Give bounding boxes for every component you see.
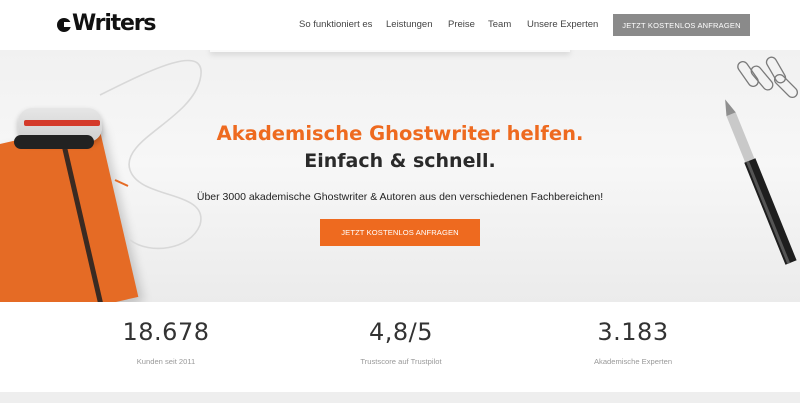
section-divider <box>0 392 800 403</box>
nav-item-team[interactable]: Team <box>488 19 511 30</box>
nav-item-unsere-experten[interactable]: Unsere Experten <box>527 19 598 30</box>
hero-cta-button[interactable]: JETZT KOSTENLOS ANFRAGEN <box>320 219 480 246</box>
nav-item-leistungen[interactable]: Leistungen <box>386 19 432 30</box>
hero-section: Akademische Ghostwriter helfen. Einfach … <box>0 50 800 302</box>
hero-title-line1: Akademische Ghostwriter helfen. <box>216 122 584 145</box>
stat-label: Kunden seit 2011 <box>136 357 196 366</box>
stat-trustscore: 4,8/5 Trustscore auf Trustpilot <box>301 318 501 366</box>
stat-label: Trustscore auf Trustpilot <box>360 357 442 366</box>
stat-value: 18.678 <box>122 318 210 346</box>
logo[interactable]: Writers <box>57 11 156 36</box>
logo-mark-icon <box>57 18 72 32</box>
site-header: Writers So funktioniert es Leistungen Pr… <box>0 0 800 50</box>
hero-subtitle: Über 3000 akademische Ghostwriter & Auto… <box>196 191 604 203</box>
hero-shadow-decoration <box>210 50 570 52</box>
stat-experts: 3.183 Akademische Experten <box>533 318 733 366</box>
logo-text: Writers <box>72 11 156 36</box>
nav-item-preise[interactable]: Preise <box>448 19 475 30</box>
stat-value: 4,8/5 <box>368 318 434 346</box>
stat-value: 3.183 <box>597 318 669 346</box>
stat-label: Akademische Experten <box>593 357 673 366</box>
stat-customers: 18.678 Kunden seit 2011 <box>66 318 266 366</box>
hero-title-line2: Einfach & schnell. <box>304 150 496 172</box>
stats-section: 18.678 Kunden seit 2011 4,8/5 Trustscore… <box>0 302 800 392</box>
header-cta-button[interactable]: JETZT KOSTENLOS ANFRAGEN <box>613 14 750 36</box>
nav-item-so-funktioniert-es[interactable]: So funktioniert es <box>299 19 372 30</box>
